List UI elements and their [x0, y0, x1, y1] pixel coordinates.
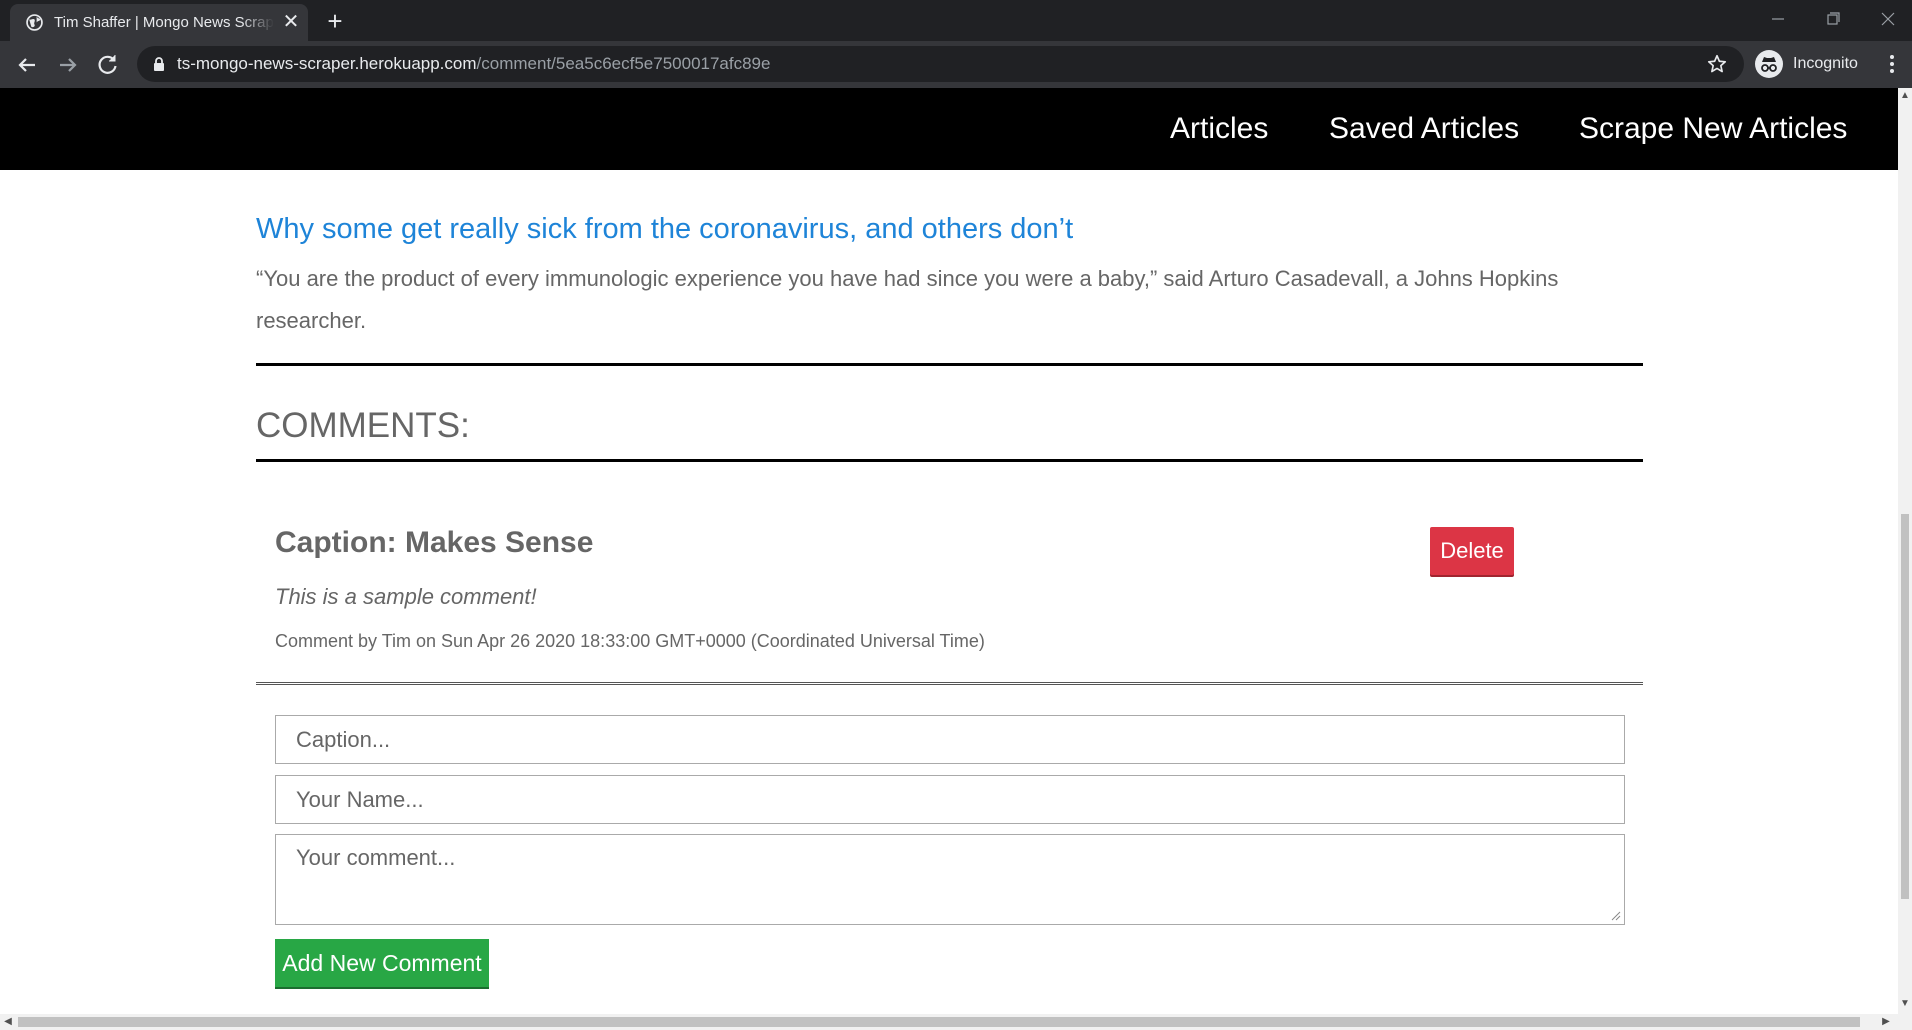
restore-icon[interactable] [1813, 6, 1853, 32]
add-comment-button[interactable]: Add New Comment [275, 939, 489, 987]
nav-saved-articles-link[interactable]: Saved Articles [1329, 112, 1519, 146]
incognito-indicator[interactable]: Incognito [1755, 46, 1865, 82]
url-text: ts-mongo-news-scraper.herokuapp.com/comm… [177, 54, 770, 74]
caption-placeholder: Caption... [296, 727, 391, 752]
horizontal-scroll-thumb[interactable] [18, 1017, 1860, 1027]
nav-scrape-articles-link[interactable]: Scrape New Articles [1579, 112, 1847, 146]
comment-meta: Comment by Tim on Sun Apr 26 2020 18:33:… [275, 631, 985, 651]
browser-tab-strip: Tim Shaffer | Mongo News Scraper ✕ + [0, 0, 1912, 41]
bookmark-star-icon[interactable] [1706, 53, 1728, 75]
horizontal-scrollbar[interactable]: ◀ ▶ [0, 1014, 1912, 1030]
url-host: ts-mongo-news-scraper.herokuapp.com [177, 54, 477, 73]
page-viewport: Articles Saved Articles Scrape New Artic… [0, 88, 1898, 1014]
address-bar[interactable]: ts-mongo-news-scraper.herokuapp.com/comm… [137, 46, 1744, 82]
scroll-down-arrow-icon[interactable]: ▼ [1899, 998, 1911, 1010]
vertical-scrollbar[interactable]: ▲ ▼ [1898, 88, 1912, 1014]
scroll-up-arrow-icon[interactable]: ▲ [1899, 90, 1911, 102]
divider [256, 363, 1643, 366]
url-path: /comment/5ea5c6ecf5e7500017afc89e [476, 54, 771, 73]
nav-articles-link[interactable]: Articles [1170, 112, 1268, 146]
minimize-icon[interactable] [1758, 6, 1798, 32]
comment-placeholder: Your comment... [296, 845, 456, 870]
resize-handle-icon[interactable] [1609, 909, 1621, 921]
caption-input[interactable]: Caption... [275, 715, 1625, 764]
globe-icon [26, 14, 43, 31]
comment-textarea[interactable]: Your comment... [275, 834, 1625, 925]
scroll-left-arrow-icon[interactable]: ◀ [2, 1016, 14, 1028]
menu-kebab-icon[interactable] [1885, 51, 1899, 77]
divider [256, 459, 1643, 462]
article-title-link[interactable]: Why some get really sick from the corona… [256, 212, 1073, 246]
name-placeholder: Your Name... [296, 787, 424, 812]
incognito-label: Incognito [1793, 55, 1858, 72]
tab-title: Tim Shaffer | Mongo News Scraper [54, 14, 274, 31]
comment-caption: Caption: Makes Sense [275, 526, 594, 559]
delete-comment-button[interactable]: Delete [1430, 527, 1514, 575]
new-tab-button[interactable]: + [323, 8, 347, 34]
tab-close-icon[interactable]: ✕ [282, 12, 300, 32]
lock-icon [154, 57, 164, 71]
window-close-icon[interactable] [1868, 6, 1908, 32]
back-arrow-icon[interactable] [13, 51, 41, 79]
browser-toolbar: ts-mongo-news-scraper.herokuapp.com/comm… [0, 41, 1912, 88]
site-navbar: Articles Saved Articles Scrape New Artic… [0, 88, 1898, 170]
reload-icon[interactable] [94, 51, 122, 79]
comment-body: This is a sample comment! [275, 584, 537, 609]
browser-tab[interactable]: Tim Shaffer | Mongo News Scraper ✕ [10, 4, 308, 41]
incognito-icon [1755, 50, 1783, 78]
comments-heading: COMMENTS: [256, 406, 470, 445]
double-divider [256, 682, 1643, 685]
scroll-right-arrow-icon[interactable]: ▶ [1880, 1016, 1892, 1028]
forward-arrow-icon[interactable] [54, 51, 82, 79]
article-summary: “You are the product of every immunologi… [256, 266, 1559, 333]
name-input[interactable]: Your Name... [275, 775, 1625, 824]
vertical-scroll-thumb[interactable] [1901, 514, 1909, 899]
